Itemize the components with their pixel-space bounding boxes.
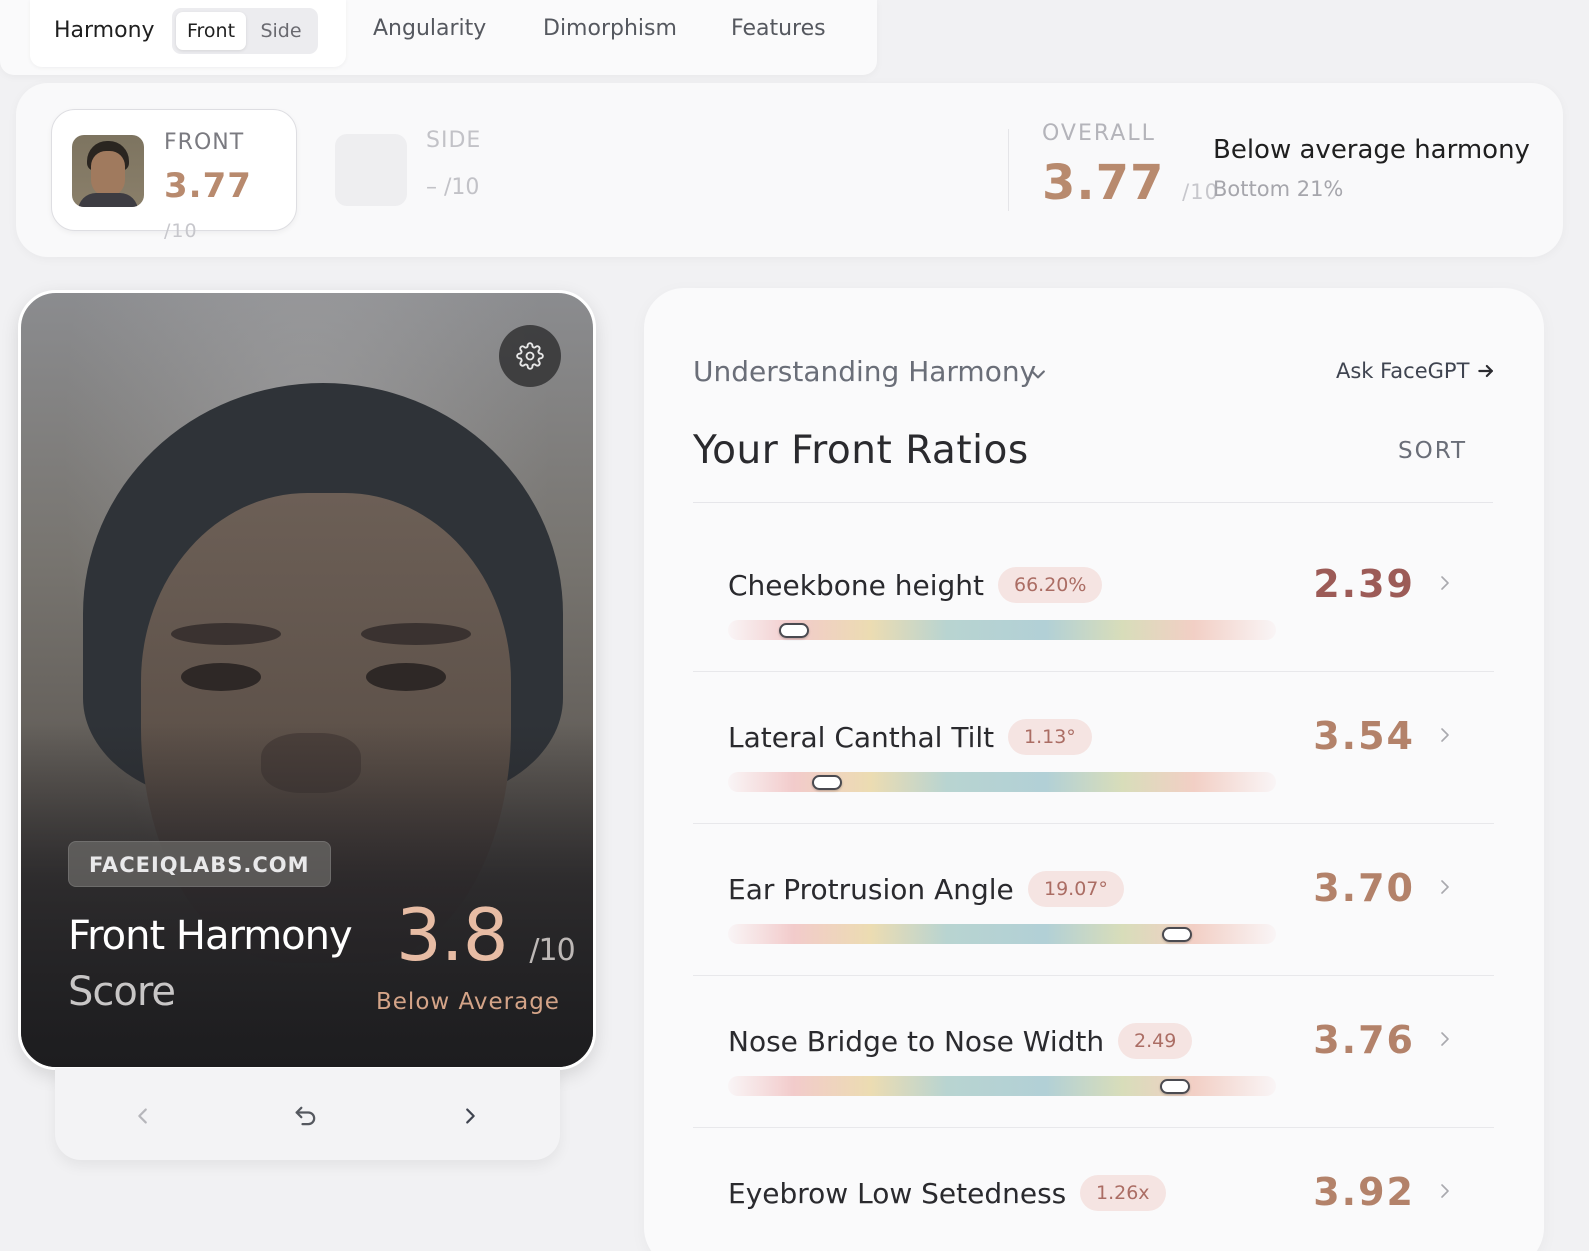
segment-side[interactable]: Side xyxy=(248,12,314,50)
ratio-measurement-badge: 1.13° xyxy=(1008,719,1092,755)
ratio-range-marker xyxy=(1162,927,1193,942)
ratio-score: 3.70 xyxy=(1313,866,1415,910)
ratio-row[interactable]: Nose Bridge to Nose Width 2.49 3.76 xyxy=(693,976,1494,1128)
ask-facegpt-link[interactable]: Ask FaceGPT xyxy=(1336,359,1469,383)
side-score: – /10 xyxy=(426,175,480,200)
ratios-title: Your Front Ratios xyxy=(693,428,1029,473)
ratio-row[interactable]: Cheekbone height 66.20% 2.39 xyxy=(693,520,1494,672)
chevron-right-icon[interactable] xyxy=(1436,876,1454,898)
photo-score-title: Front Harmony xyxy=(68,913,353,959)
front-photo-card: FACEIQLABS.COM Front Harmony Score 3.8 /… xyxy=(18,290,596,1070)
ratio-range-bar xyxy=(728,1076,1276,1096)
ratio-name: Lateral Canthal Tilt xyxy=(728,721,995,754)
ratio-score: 3.54 xyxy=(1313,714,1415,758)
ratio-score: 2.39 xyxy=(1313,562,1415,606)
front-side-toggle: Front Side xyxy=(172,8,318,54)
undo-button[interactable] xyxy=(286,1096,326,1136)
ratio-range-bar xyxy=(728,772,1276,792)
front-score: 3.77 /10 xyxy=(164,166,252,242)
tab-harmony[interactable]: Harmony xyxy=(54,18,155,43)
front-score-card[interactable]: FRONT 3.77 /10 xyxy=(51,109,297,242)
front-photo-thumbnail xyxy=(72,135,144,207)
score-summary-strip: FRONT 3.77 /10 SIDE – /10 OVERALL 3.77 /… xyxy=(16,83,1563,257)
top-nav: Harmony Front Side Angularity Dimorphism… xyxy=(0,0,877,75)
ratio-range-marker xyxy=(778,623,809,638)
ratio-measurement-badge: 19.07° xyxy=(1028,871,1124,907)
divider xyxy=(693,502,1493,503)
harmony-verdict: Below average harmony xyxy=(1213,135,1530,165)
ratio-measurement-badge: 1.26x xyxy=(1080,1175,1166,1211)
chevron-right-icon[interactable] xyxy=(1436,572,1454,594)
ratio-range-marker xyxy=(1160,1079,1191,1094)
ratio-row[interactable]: Ear Protrusion Angle 19.07° 3.70 xyxy=(693,824,1494,976)
ratio-range-bar xyxy=(728,924,1276,944)
ratio-measurement-badge: 66.20% xyxy=(998,567,1103,603)
gear-icon xyxy=(516,342,544,370)
ratio-name: Ear Protrusion Angle xyxy=(728,873,1014,906)
undo-icon xyxy=(295,1106,316,1126)
photo-score-denominator: /10 xyxy=(529,933,575,968)
front-score-denominator: /10 xyxy=(164,220,198,242)
ratio-range-bar xyxy=(728,620,1276,640)
previous-button[interactable] xyxy=(123,1096,163,1136)
chevron-right-icon[interactable] xyxy=(1436,1028,1454,1050)
watermark-badge: FACEIQLABS.COM xyxy=(68,841,331,887)
ratio-name: Nose Bridge to Nose Width xyxy=(728,1025,1105,1058)
tab-angularity[interactable]: Angularity xyxy=(373,16,486,41)
chevron-right-icon xyxy=(466,1108,475,1124)
ratio-score: 3.92 xyxy=(1313,1170,1415,1214)
ratio-row[interactable]: Lateral Canthal Tilt 1.13° 3.54 xyxy=(693,672,1494,824)
ratio-measurement-badge: 2.49 xyxy=(1118,1023,1193,1059)
chevron-left-icon xyxy=(138,1108,147,1124)
chevron-right-icon[interactable] xyxy=(1436,724,1454,746)
overall-label: OVERALL xyxy=(1042,121,1156,146)
front-ratios-panel: Understanding Harmony Ask FaceGPT Your F… xyxy=(644,288,1544,1251)
tab-dimorphism[interactable]: Dimorphism xyxy=(543,16,677,41)
overall-score: 3.77 /10 xyxy=(1042,155,1219,211)
harmony-tab-group: Harmony Front Side xyxy=(30,0,346,67)
photo-big-score: 3.8 /10 xyxy=(396,893,576,977)
ratio-row[interactable]: Eyebrow Low Setedness 1.26x 3.92 xyxy=(693,1128,1494,1251)
arrow-right-icon[interactable] xyxy=(1476,361,1496,381)
divider xyxy=(1008,129,1009,211)
front-label: FRONT xyxy=(164,130,245,155)
photo-controls xyxy=(55,1068,560,1160)
ratio-name: Cheekbone height xyxy=(728,569,984,602)
side-score-denominator: /10 xyxy=(444,175,480,200)
sort-button[interactable]: SORT xyxy=(1398,438,1467,464)
tab-features[interactable]: Features xyxy=(731,16,826,41)
next-button[interactable] xyxy=(450,1096,490,1136)
ratio-range-marker xyxy=(811,775,842,790)
photo-score-category: Below Average xyxy=(376,989,560,1015)
understanding-harmony-dropdown[interactable]: Understanding Harmony xyxy=(693,355,1036,388)
harmony-percentile: Bottom 21% xyxy=(1213,177,1344,201)
chevron-down-icon[interactable] xyxy=(1028,364,1048,384)
chevron-right-icon[interactable] xyxy=(1436,1180,1454,1202)
photo-score-subtitle: Score xyxy=(68,969,176,1015)
segment-front[interactable]: Front xyxy=(176,12,246,50)
settings-button[interactable] xyxy=(499,325,561,387)
side-label: SIDE xyxy=(426,128,482,153)
ratio-name: Eyebrow Low Setedness xyxy=(728,1177,1067,1210)
ratio-score: 3.76 xyxy=(1313,1018,1415,1062)
side-photo-placeholder[interactable] xyxy=(335,134,407,206)
